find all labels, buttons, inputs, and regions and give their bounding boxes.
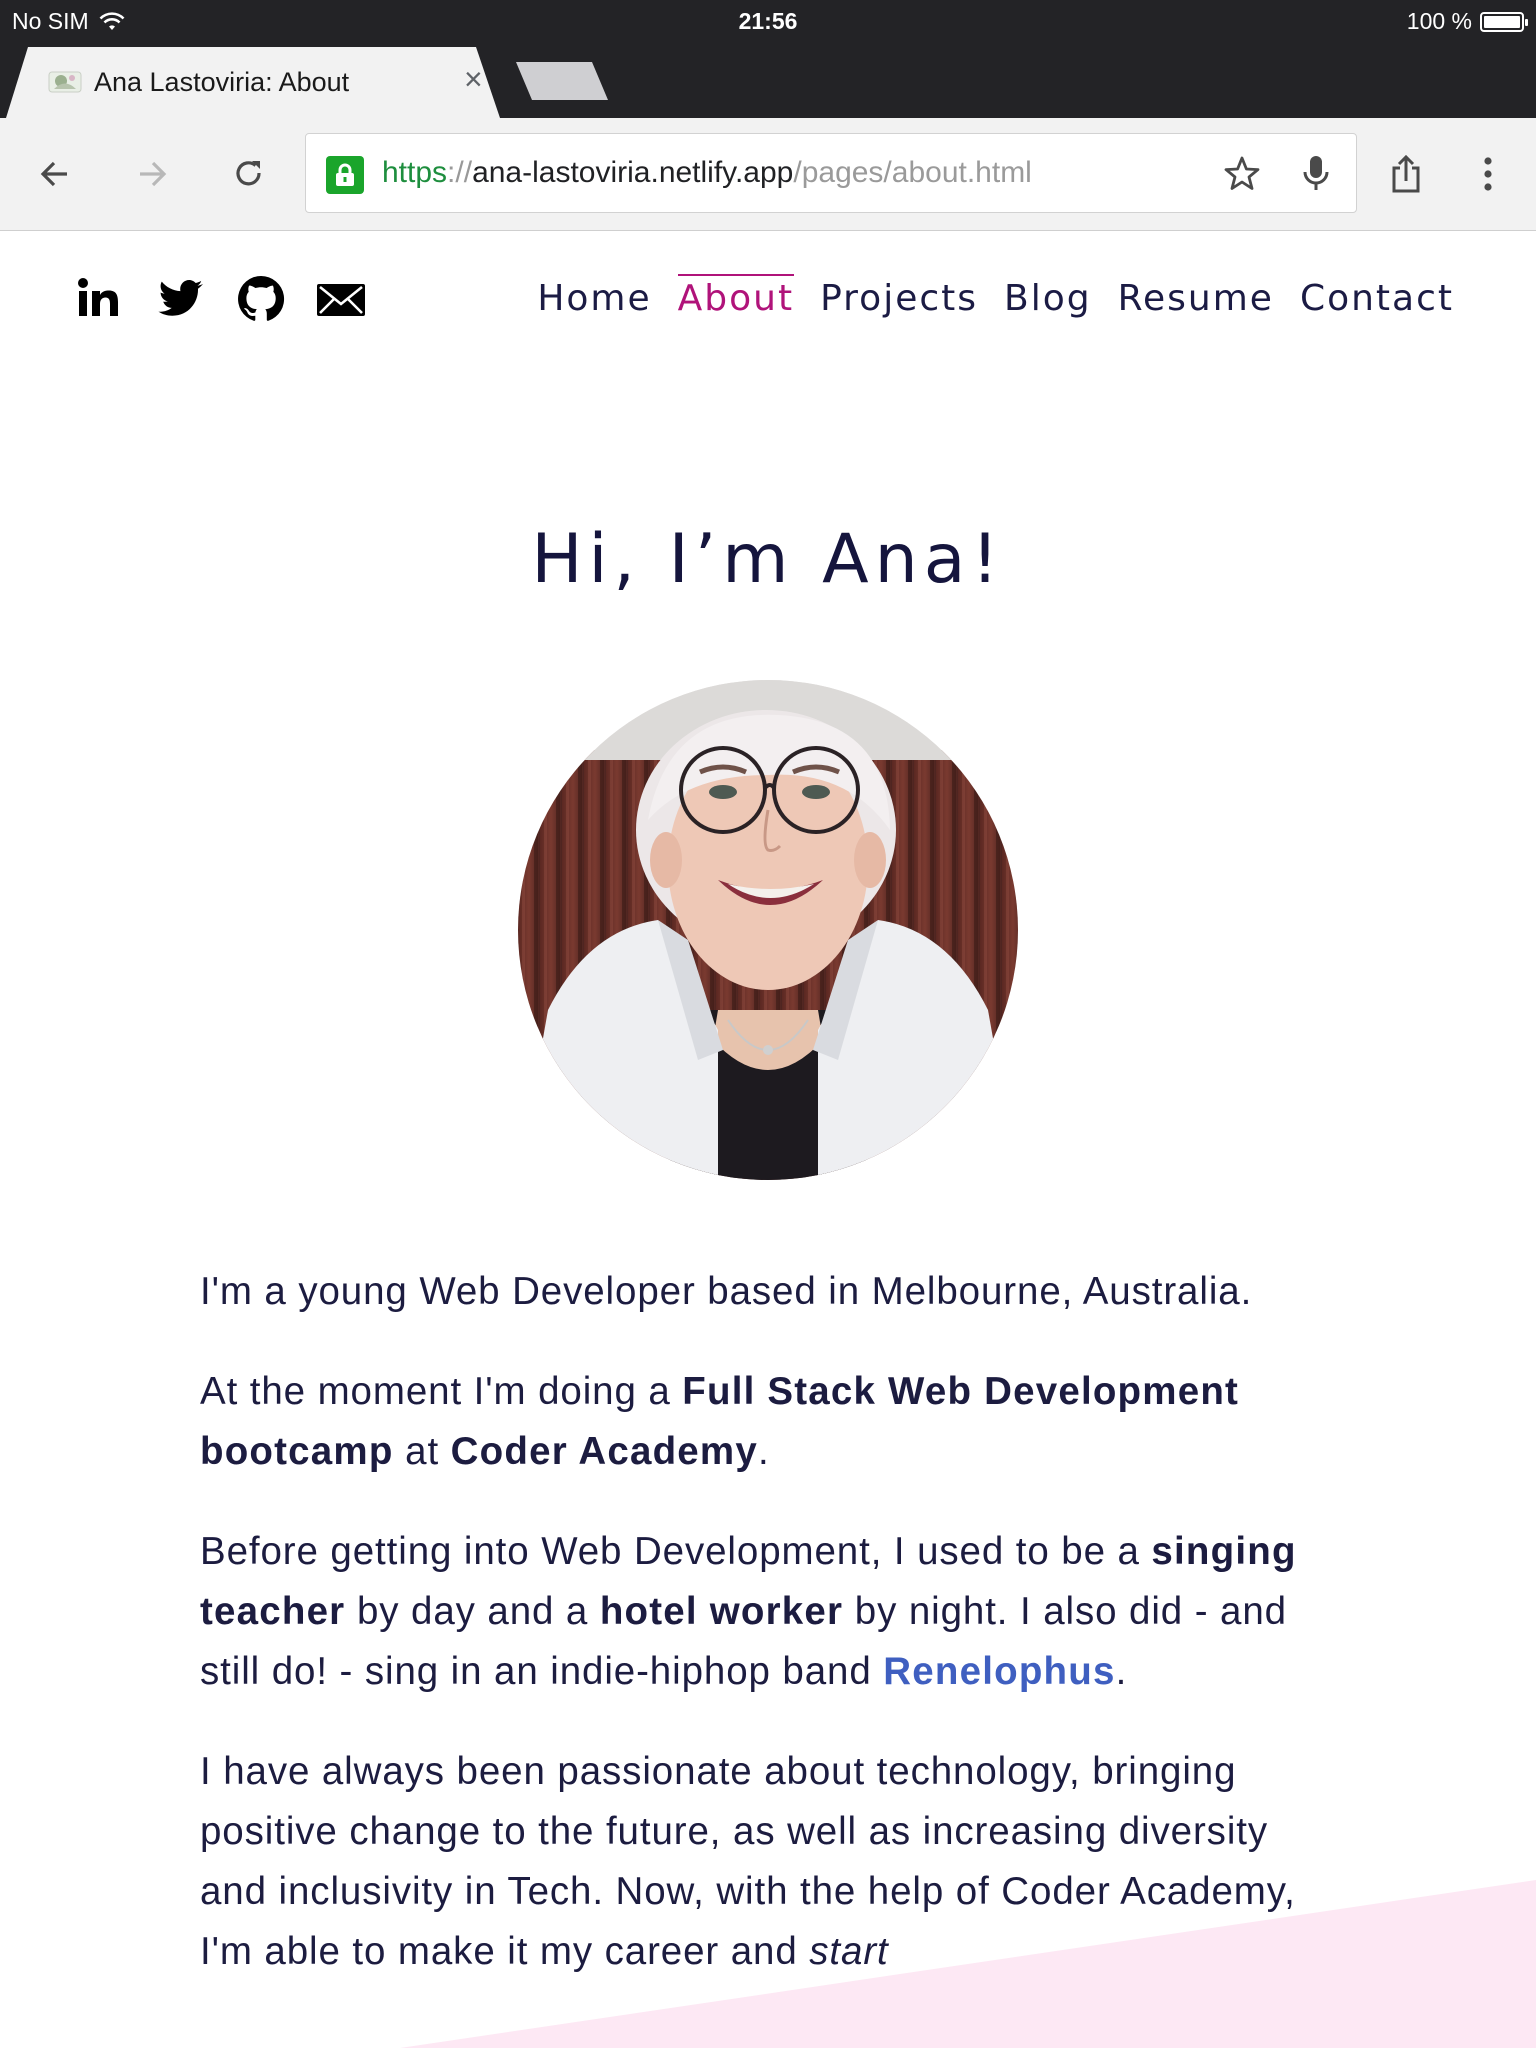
tab-active[interactable]: Ana Lastoviria: About × [6, 47, 500, 118]
main-nav: Home About Projects Blog Resume Contact [537, 274, 1454, 319]
text-span: I have always been passionate about tech… [200, 1750, 1296, 1973]
nav-home[interactable]: Home [537, 276, 651, 319]
lock-icon [326, 156, 364, 194]
forward-button[interactable] [128, 150, 176, 198]
url-text: https://ana-lastoviria.netlify.app/pages… [382, 156, 1032, 190]
arrow-right-icon [140, 161, 167, 187]
email-icon[interactable] [316, 274, 366, 324]
about-paragraph-4: I have always been passionate about tech… [200, 1742, 1340, 1982]
tab-strip: Ana Lastoviria: About × [0, 44, 1536, 118]
text-span: by day and a [345, 1590, 600, 1633]
reload-button[interactable] [225, 150, 273, 198]
twitter-icon[interactable] [156, 274, 206, 324]
band-link[interactable]: Renelophus [883, 1650, 1115, 1693]
new-tab-button[interactable] [516, 62, 608, 100]
about-paragraph-1: I'm a young Web Developer based in Melbo… [200, 1270, 1253, 1313]
nav-contact[interactable]: Contact [1300, 276, 1454, 319]
github-icon[interactable] [236, 274, 286, 324]
battery-level [1484, 15, 1520, 28]
text-span: at [393, 1430, 451, 1473]
nav-resume[interactable]: Resume [1118, 276, 1274, 319]
back-button[interactable] [31, 150, 79, 198]
arrow-left-icon [40, 161, 67, 187]
url-host: ana-lastoviria.netlify.app [472, 156, 794, 189]
battery-icon [1480, 11, 1528, 32]
status-time: 21:56 [738, 8, 798, 34]
site-favicon-icon [48, 71, 82, 93]
nav-projects[interactable]: Projects [820, 276, 978, 319]
nav-blog[interactable]: Blog [1004, 276, 1092, 319]
menu-button[interactable] [1464, 150, 1512, 198]
nav-about[interactable]: About [677, 274, 795, 319]
text-span: . [1115, 1650, 1128, 1693]
italic-text: start [809, 1930, 889, 1973]
share-icon [1392, 154, 1420, 193]
address-bar[interactable]: https://ana-lastoviria.netlify.app/pages… [305, 133, 1357, 213]
bookmark-star-icon[interactable] [1222, 154, 1262, 194]
about-paragraph-2: At the moment I'm doing a Full Stack Web… [200, 1362, 1340, 1482]
microphone-icon[interactable] [1296, 154, 1336, 194]
browser-toolbar: https://ana-lastoviria.netlify.app/pages… [0, 118, 1536, 231]
url-scheme: https [382, 156, 448, 189]
text-span: . [757, 1430, 770, 1473]
share-button[interactable] [1382, 150, 1430, 198]
text-span: At the moment I'm doing a [200, 1370, 683, 1413]
text-span: Before getting into Web Development, I u… [200, 1530, 1152, 1573]
more-vertical-icon [1484, 157, 1492, 191]
reload-icon [236, 161, 261, 186]
url-separator: :// [447, 156, 473, 189]
status-bar: No SIM 21:56 100 % [0, 0, 1536, 44]
tab-title: Ana Lastoviria: About [94, 67, 350, 97]
battery-label: 100 % [1406, 8, 1472, 34]
url-path: /pages/about.html [793, 156, 1032, 189]
bold-text: hotel worker [599, 1590, 844, 1633]
bold-text: Coder Academy [450, 1430, 758, 1473]
linkedin-icon[interactable] [76, 274, 126, 324]
profile-photo [518, 680, 1018, 1180]
about-paragraph-3: Before getting into Web Development, I u… [200, 1522, 1340, 1702]
social-links [76, 274, 366, 324]
page-title: Hi, I’m Ana! [531, 520, 1005, 599]
about-content: I'm a young Web Developer based in Melbo… [200, 1262, 1340, 2022]
close-tab-icon[interactable]: × [464, 61, 483, 98]
